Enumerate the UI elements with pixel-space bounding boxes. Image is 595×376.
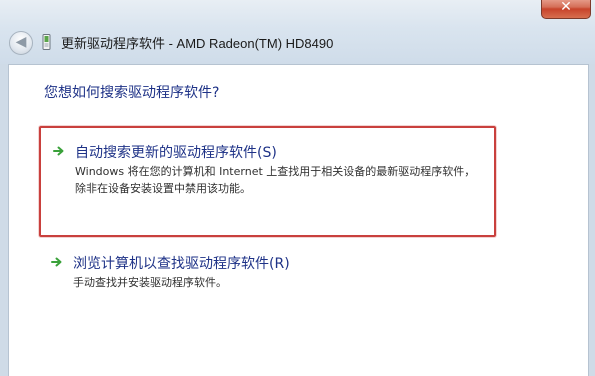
driver-update-wizard-window: ✕ ◀ 更新驱动程序软件 - AMD Radeon(TM) HD8490 您想如… <box>0 0 595 376</box>
page-heading: 您想如何搜索驱动程序软件? <box>44 85 220 101</box>
close-button[interactable]: ✕ <box>541 0 591 19</box>
green-arrow-icon <box>51 257 62 267</box>
back-button[interactable]: ◀ <box>9 31 33 55</box>
green-arrow-icon <box>53 146 64 156</box>
browse-computer-option-title[interactable]: 浏览计算机以查找驱动程序软件(R) <box>73 253 290 273</box>
auto-search-option-description: Windows 将在您的计算机和 Internet 上查找用于相关设备的最新驱动… <box>75 165 476 195</box>
window-title: 更新驱动程序软件 - AMD Radeon(TM) HD8490 <box>61 36 334 51</box>
wizard-content: 您想如何搜索驱动程序软件? 自动搜索更新的驱动程序软件(S) Windows 将… <box>8 64 589 376</box>
auto-search-option[interactable]: 自动搜索更新的驱动程序软件(S) Windows 将在您的计算机和 Intern… <box>39 126 496 237</box>
auto-search-option-title[interactable]: 自动搜索更新的驱动程序软件(S) <box>75 142 277 162</box>
device-driver-icon <box>42 34 51 50</box>
window-title-bar: ✕ ◀ 更新驱动程序软件 - AMD Radeon(TM) HD8490 <box>0 0 595 64</box>
browse-computer-option[interactable]: 浏览计算机以查找驱动程序软件(R) 手动查找并安装驱动程序软件。 <box>39 245 492 295</box>
browse-computer-option-description: 手动查找并安装驱动程序软件。 <box>73 276 227 289</box>
